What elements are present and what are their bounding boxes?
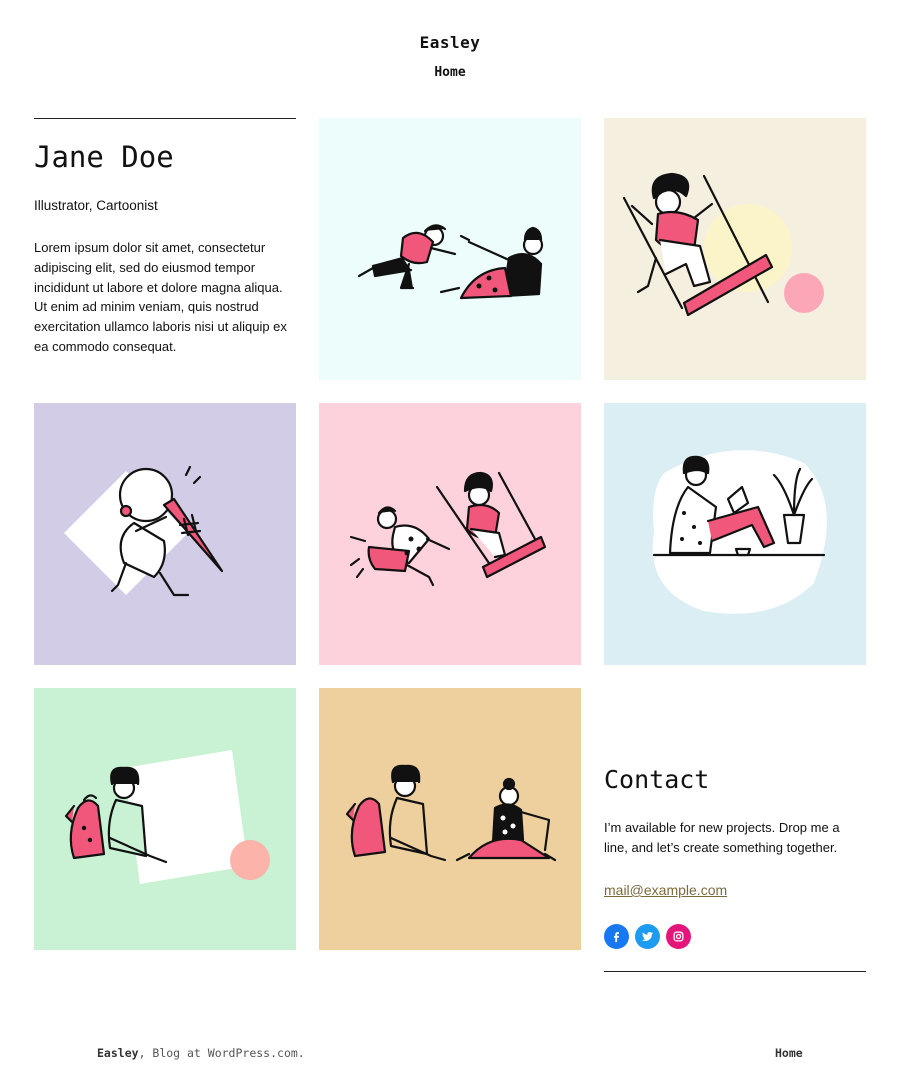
swing-and-runner-illustration	[319, 403, 581, 665]
gallery-tile-swing[interactable]	[604, 118, 866, 380]
facebook-icon	[614, 932, 619, 943]
intro-bio: Lorem ipsum dolor sit amet, consectetur …	[34, 240, 287, 354]
gallery-tile-friends[interactable]	[319, 688, 581, 950]
gallery-tile-dog[interactable]	[34, 688, 296, 950]
page-title: Jane Doe	[34, 140, 174, 174]
contact-email-link[interactable]: mail@example.com	[604, 882, 727, 898]
footer-site-link[interactable]: Easley	[97, 1046, 139, 1060]
woman-reading-with-plant-illustration	[604, 403, 866, 665]
gallery-tile-ice-cream[interactable]	[34, 403, 296, 665]
twitter-link[interactable]	[635, 924, 660, 949]
gallery-tile-sliding[interactable]	[319, 118, 581, 380]
intro-divider	[34, 118, 296, 119]
footer-credit-text: , Blog at WordPress.com.	[138, 1046, 305, 1060]
figure-with-ice-cream-illustration	[34, 403, 296, 665]
instagram-link[interactable]	[666, 924, 691, 949]
twitter-icon	[641, 931, 654, 941]
friends-with-dog-illustration	[319, 688, 581, 950]
woman-on-swing-illustration	[604, 118, 866, 380]
footer-credit: Easley, Blog at WordPress.com.	[97, 1046, 305, 1060]
site-title[interactable]: Easley	[0, 33, 900, 52]
contact-divider	[604, 971, 866, 972]
nav-home-link[interactable]: Home	[434, 65, 465, 80]
two-figures-sliding-illustration	[319, 118, 581, 380]
footer-nav-home-link[interactable]: Home	[775, 1046, 803, 1060]
contact-heading: Contact	[604, 765, 710, 794]
tile-background	[319, 403, 581, 665]
header-nav: Home	[0, 65, 900, 80]
gallery-tile-swing-runner[interactable]	[319, 403, 581, 665]
intro-role: Illustrator, Cartoonist	[34, 198, 158, 213]
gallery-tile-reading[interactable]	[604, 403, 866, 665]
woman-with-dog-illustration	[34, 688, 296, 950]
contact-text: I’m available for new projects. Drop me …	[604, 820, 840, 855]
facebook-link[interactable]	[604, 924, 629, 949]
instagram-icon	[673, 931, 684, 942]
